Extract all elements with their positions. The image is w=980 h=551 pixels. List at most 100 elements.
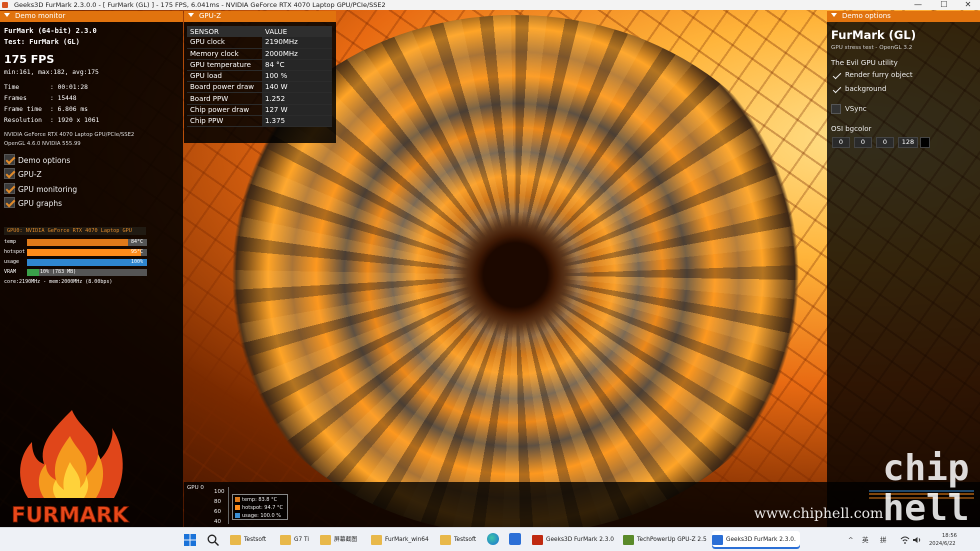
- chiphell-logo: chip hell: [883, 448, 970, 525]
- edge-browser-icon[interactable]: [487, 533, 499, 545]
- evil-gpu-utility-text: The Evil GPU utility: [831, 59, 898, 67]
- tray-expand-chevron-icon[interactable]: ^: [848, 528, 853, 551]
- taskbar-item-testsoft[interactable]: Testsoft: [230, 531, 266, 549]
- maximize-button[interactable]: ☐: [932, 0, 956, 10]
- background-checkbox[interactable]: [833, 87, 841, 93]
- usage-bar-value: 100%: [130, 259, 143, 265]
- folder-icon: [320, 535, 331, 545]
- temp-bar-value: 84°C: [130, 239, 143, 245]
- clock-info-text: core:2190MHz - mem:2000MHz (8.00bps): [4, 279, 113, 285]
- legend-item-hotspot: hotspot: 94.7 °C: [235, 504, 285, 512]
- taskbar-item-g7ti[interactable]: G7 Ti: [280, 531, 309, 549]
- volume-icon[interactable]: [913, 536, 922, 544]
- furmark-flame-logo: FURMARK: [11, 410, 130, 527]
- ime-language-indicator[interactable]: 英: [862, 528, 869, 551]
- sensor-name: Memory clock: [187, 48, 262, 60]
- frame-time-value: : 6.806 ms: [50, 106, 88, 113]
- demo-heading: FurMark (GL): [831, 28, 916, 42]
- demo-monitor-header[interactable]: Demo monitor: [0, 11, 183, 22]
- table-row: Board power draw 140 W: [187, 81, 332, 94]
- sensor-name: Chip power draw: [187, 104, 262, 116]
- sensor-value: 84 °C: [262, 59, 332, 72]
- gpuz-title: GPU-Z: [199, 12, 222, 20]
- gpuz-header[interactable]: GPU-Z: [184, 11, 336, 22]
- osi-blue-input[interactable]: 0: [876, 137, 894, 148]
- gpu-graph-label: GPU 0: [187, 485, 204, 491]
- taskbar-item-label: Testsoft: [454, 537, 477, 543]
- taskbar-item-furmark-active[interactable]: Geeks3D FurMark 2.3.0.: [712, 531, 800, 549]
- legend-swatch: [235, 513, 240, 518]
- folder-icon: [371, 535, 382, 545]
- hotspot-bar-label: hotspot: [4, 249, 26, 255]
- taskbar-item-screenshots[interactable]: 屏幕截图: [320, 531, 357, 549]
- background-label: background: [845, 85, 887, 93]
- osi-alpha-input[interactable]: 128: [898, 137, 918, 148]
- graph-legend: temp: 83.8 °C hotspot: 94.7 °C usage: 10…: [232, 494, 288, 520]
- table-row: Chip PPW 1.375: [187, 115, 332, 128]
- start-button-icon[interactable]: [184, 534, 196, 546]
- osi-red-input[interactable]: 0: [832, 137, 850, 148]
- store-app-icon[interactable]: [509, 533, 521, 545]
- demo-options-header[interactable]: Demo options: [827, 11, 980, 22]
- windows-taskbar: Testsoft G7 Ti 屏幕截图 FurMark_win64 Testso…: [0, 527, 980, 551]
- temp-bar-label: temp: [4, 239, 17, 245]
- usage-bar-label: usage: [4, 259, 20, 265]
- sensor-value: 1.252: [262, 92, 332, 105]
- hotspot-bar-row: hotspot 95°C: [4, 249, 149, 256]
- gpu-renderer-text: NVIDIA GeForce RTX 4070 Laptop GPU/PCIe/…: [4, 132, 135, 138]
- taskbar-item-label: Geeks3D FurMark 2.3.0.: [726, 537, 796, 543]
- render-furry-checkbox[interactable]: [833, 73, 841, 79]
- osi-bgcolor-label: OSI bgcolor: [831, 125, 872, 133]
- minimize-button[interactable]: —: [906, 0, 930, 10]
- table-row: GPU temperature 84 °C: [187, 59, 332, 72]
- sensor-column-header: SENSOR: [187, 26, 262, 37]
- furmark-app-icon: [2, 2, 8, 8]
- ime-mode-indicator[interactable]: 拼: [880, 528, 887, 551]
- furmark-window-icon: [712, 535, 723, 545]
- vsync-checkbox[interactable]: [831, 104, 841, 114]
- hotspot-bar-fill: [27, 249, 141, 256]
- axis-tick-label: 40: [214, 519, 221, 525]
- taskbar-item-gpuz[interactable]: TechPowerUp GPU-Z 2.5: [623, 531, 707, 549]
- folder-icon: [440, 535, 451, 545]
- legend-item-usage: usage: 100.0 %: [235, 512, 285, 520]
- taskbar-item-label: 屏幕截图: [334, 537, 358, 543]
- logo-top-text: chip: [883, 448, 970, 489]
- osi-green-input[interactable]: 0: [854, 137, 872, 148]
- furmark-app-icon: [532, 535, 543, 545]
- hotspot-bar-track: 95°C: [27, 249, 147, 256]
- axis-tick-label: 80: [214, 499, 221, 505]
- furmark-logo-text: FURMARK: [11, 503, 129, 527]
- gpu-monitoring-checkbox[interactable]: [4, 183, 15, 194]
- logo-bottom-text: hell: [883, 488, 970, 525]
- collapse-triangle-icon: [188, 13, 194, 17]
- close-button[interactable]: ✕: [956, 0, 980, 10]
- folder-icon: [280, 535, 291, 545]
- osi-color-swatch[interactable]: [920, 137, 930, 148]
- clock-date[interactable]: 2024/6/22: [929, 532, 956, 551]
- legend-swatch: [235, 505, 240, 510]
- search-icon[interactable]: [207, 534, 219, 546]
- demo-options-checkbox[interactable]: [4, 154, 15, 165]
- sensor-name: GPU clock: [187, 37, 262, 49]
- usage-bar-row: usage 100%: [4, 259, 149, 266]
- gpuz-checkbox[interactable]: [4, 168, 15, 179]
- temp-bar-fill: [27, 239, 128, 246]
- sensor-value: 2190MHz: [262, 37, 332, 49]
- opengl-version-text: OpenGL 4.6.0 NVIDIA 555.99: [4, 141, 81, 147]
- taskbar-item-furmark-win64[interactable]: FurMark_win64: [371, 531, 429, 549]
- taskbar-item-label: G7 Ti: [294, 537, 309, 543]
- table-row: Memory clock 2000MHz: [187, 48, 332, 60]
- taskbar-item-testsoft-2[interactable]: Testsoft: [440, 531, 476, 549]
- gpu-graphs-checkbox[interactable]: [4, 197, 15, 208]
- vram-bar-row: VRAM 10% (783 MB): [4, 269, 149, 276]
- taskbar-item-label: FurMark_win64: [385, 537, 429, 543]
- legend-text: usage: 100.0 %: [242, 513, 282, 519]
- wifi-icon[interactable]: [900, 536, 910, 544]
- sensor-value: 100 %: [262, 70, 332, 83]
- vram-bar-track: 10% (783 MB): [27, 269, 147, 276]
- folder-icon: [230, 535, 241, 545]
- taskbar-item-furmark-app[interactable]: Geeks3D FurMark 2.3.0: [532, 531, 614, 549]
- sensor-name: Board power draw: [187, 81, 262, 94]
- render-furry-label: Render furry object: [845, 71, 913, 79]
